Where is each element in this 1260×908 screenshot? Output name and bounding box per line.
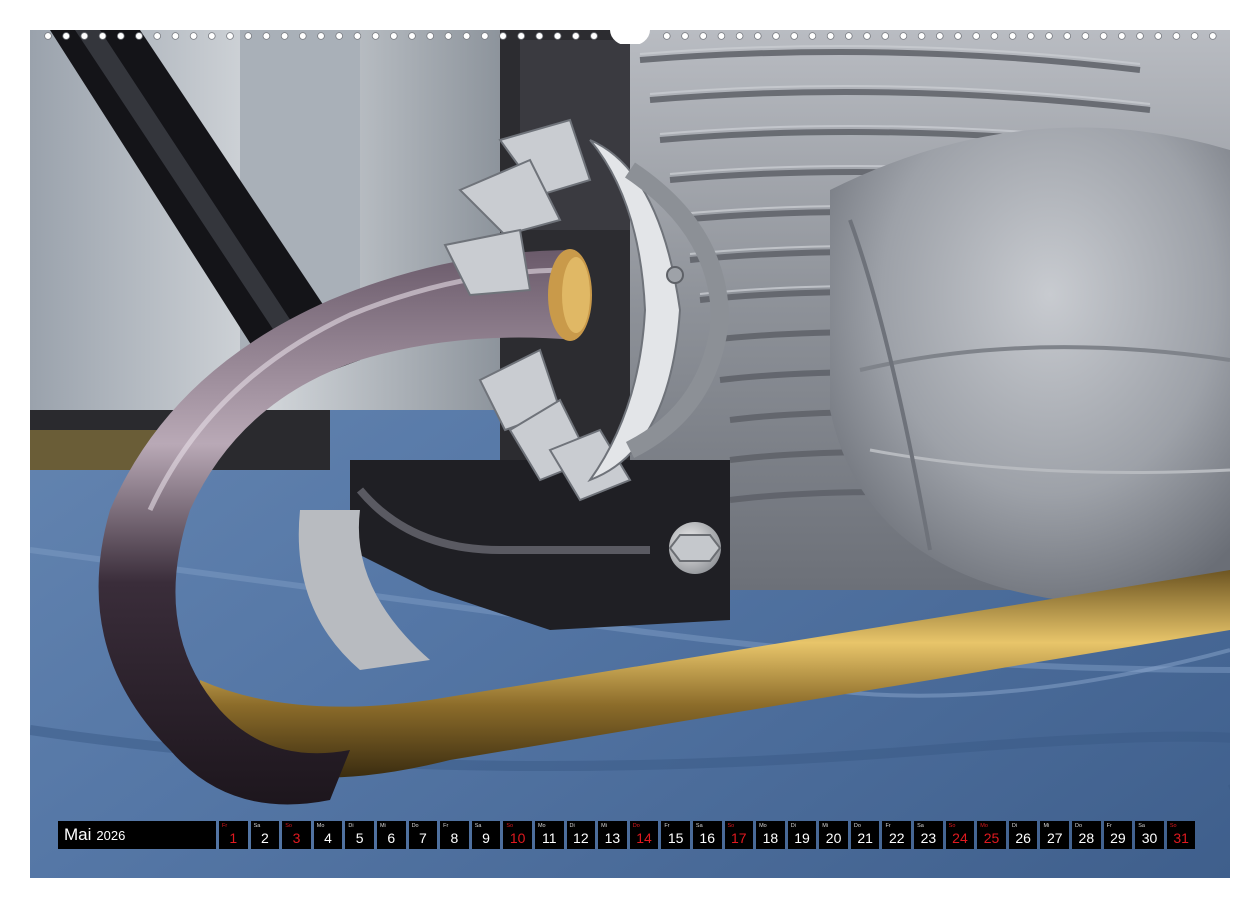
weekday-label: Di — [1011, 823, 1018, 829]
day-cell: Sa 2 — [250, 821, 280, 849]
weekday-label: So — [948, 823, 956, 829]
day-number: 23 — [920, 830, 937, 846]
day-cell: Fr 1 — [219, 821, 248, 849]
weekday-label: Di — [569, 823, 575, 829]
day-cell: Fr 29 — [1103, 821, 1133, 849]
day-cell: So 3 — [282, 821, 311, 849]
day-cell: Mo 11 — [534, 821, 564, 849]
motorcycle-engine-photo — [30, 30, 1230, 878]
day-number: 12 — [573, 830, 589, 846]
day-cell: Mo 25 — [977, 821, 1006, 849]
day-cell: Sa 23 — [914, 821, 943, 849]
day-cell: Sa 30 — [1135, 821, 1164, 849]
weekday-label: So — [285, 823, 292, 829]
day-number: 31 — [1173, 830, 1189, 846]
day-number: 26 — [1015, 830, 1031, 846]
day-number: 22 — [888, 830, 905, 846]
weekday-label: So — [727, 823, 735, 829]
weekday-label: Do — [632, 823, 640, 829]
weekday-label: Fr — [664, 823, 670, 829]
day-number: 11 — [541, 830, 557, 846]
day-cell: Mo 4 — [313, 821, 343, 849]
day-cell: Mi 20 — [819, 821, 848, 849]
day-number: 2 — [260, 830, 269, 846]
day-number: 5 — [355, 830, 364, 846]
weekday-label: Fr — [222, 823, 228, 829]
day-cell: Mi 13 — [598, 821, 627, 849]
day-cell: Di 12 — [566, 821, 596, 849]
weekday-label: So — [1169, 823, 1177, 829]
day-cell: Do 28 — [1072, 821, 1101, 849]
weekday-label: Fr — [885, 823, 891, 829]
weekday-label: Fr — [443, 823, 449, 829]
weekday-label: Sa — [253, 823, 261, 829]
day-number: 30 — [1141, 830, 1158, 846]
day-number: 15 — [667, 830, 684, 846]
month-year: 2026 — [96, 827, 126, 843]
weekday-label: Sa — [474, 823, 482, 829]
day-cell: Sa 9 — [471, 821, 501, 849]
weekday-label: Di — [790, 823, 796, 829]
weekday-label: Do — [853, 823, 861, 829]
weekday-label: Mo — [980, 823, 988, 829]
day-number: 18 — [762, 830, 779, 846]
day-cell: Mo 18 — [756, 821, 785, 849]
day-cell: So 31 — [1166, 821, 1196, 849]
day-cell: So 24 — [945, 821, 975, 849]
day-cell: So 10 — [503, 821, 532, 849]
day-number: 9 — [482, 830, 490, 846]
day-cell: Mi 6 — [376, 821, 406, 849]
day-cell: Di 5 — [345, 821, 374, 849]
day-number: 25 — [983, 830, 1000, 846]
day-cell: Do 14 — [629, 821, 659, 849]
month-name: Mai — [64, 825, 92, 844]
day-number: 29 — [1110, 830, 1126, 846]
day-cell: Fr 22 — [882, 821, 912, 849]
day-number: 24 — [952, 830, 968, 846]
day-number: 20 — [825, 830, 842, 846]
weekday-label: Mo — [759, 823, 767, 829]
weekday-label: Mo — [537, 823, 546, 829]
day-cell: So 17 — [724, 821, 754, 849]
calendar-strip: Mai 2026 Fr 1 Sa 2 So 3 Mo 4 Di 5 Mi 6 Do 7 Fr 8 Sa 9 So 10… — [58, 821, 1196, 849]
day-number: 6 — [387, 830, 396, 846]
day-cell: Do 21 — [850, 821, 880, 849]
weekday-label: Mi — [379, 823, 386, 829]
day-number: 4 — [324, 830, 332, 846]
day-number: 1 — [229, 830, 238, 846]
month-label-box: Mai 2026 — [58, 821, 216, 849]
weekday-label: Fr — [1106, 823, 1112, 829]
weekday-label: Mi — [822, 823, 829, 829]
day-number: 3 — [292, 830, 301, 846]
weekday-label: Mo — [316, 823, 325, 829]
day-cell: Sa 16 — [692, 821, 722, 849]
day-cell: Fr 15 — [661, 821, 690, 849]
day-cell: Mi 27 — [1040, 821, 1070, 849]
day-number: 8 — [450, 830, 459, 846]
day-number: 7 — [418, 830, 427, 846]
day-number: 27 — [1046, 830, 1063, 846]
weekday-label: Sa — [695, 823, 703, 829]
weekday-label: Di — [348, 823, 354, 829]
day-number: 21 — [857, 830, 873, 846]
day-number: 14 — [636, 830, 652, 846]
day-cell: Do 7 — [408, 821, 438, 849]
weekday-label: So — [506, 823, 514, 829]
calendar-page — [30, 30, 1230, 878]
weekday-label: Do — [411, 823, 419, 829]
weekday-label: Sa — [917, 823, 924, 829]
day-number: 28 — [1078, 830, 1095, 846]
day-number: 19 — [794, 830, 810, 846]
weekday-label: Mi — [1043, 823, 1050, 829]
day-number: 17 — [731, 830, 747, 846]
day-cell: Fr 8 — [440, 821, 469, 849]
weekday-label: Mi — [601, 823, 607, 829]
day-cell: Di 26 — [1008, 821, 1038, 849]
day-number: 16 — [699, 830, 715, 846]
weekday-label: Sa — [1138, 823, 1145, 829]
day-cell: Di 19 — [787, 821, 817, 849]
weekday-label: Do — [1075, 823, 1083, 829]
day-number: 10 — [509, 830, 526, 846]
day-number: 13 — [604, 830, 621, 846]
